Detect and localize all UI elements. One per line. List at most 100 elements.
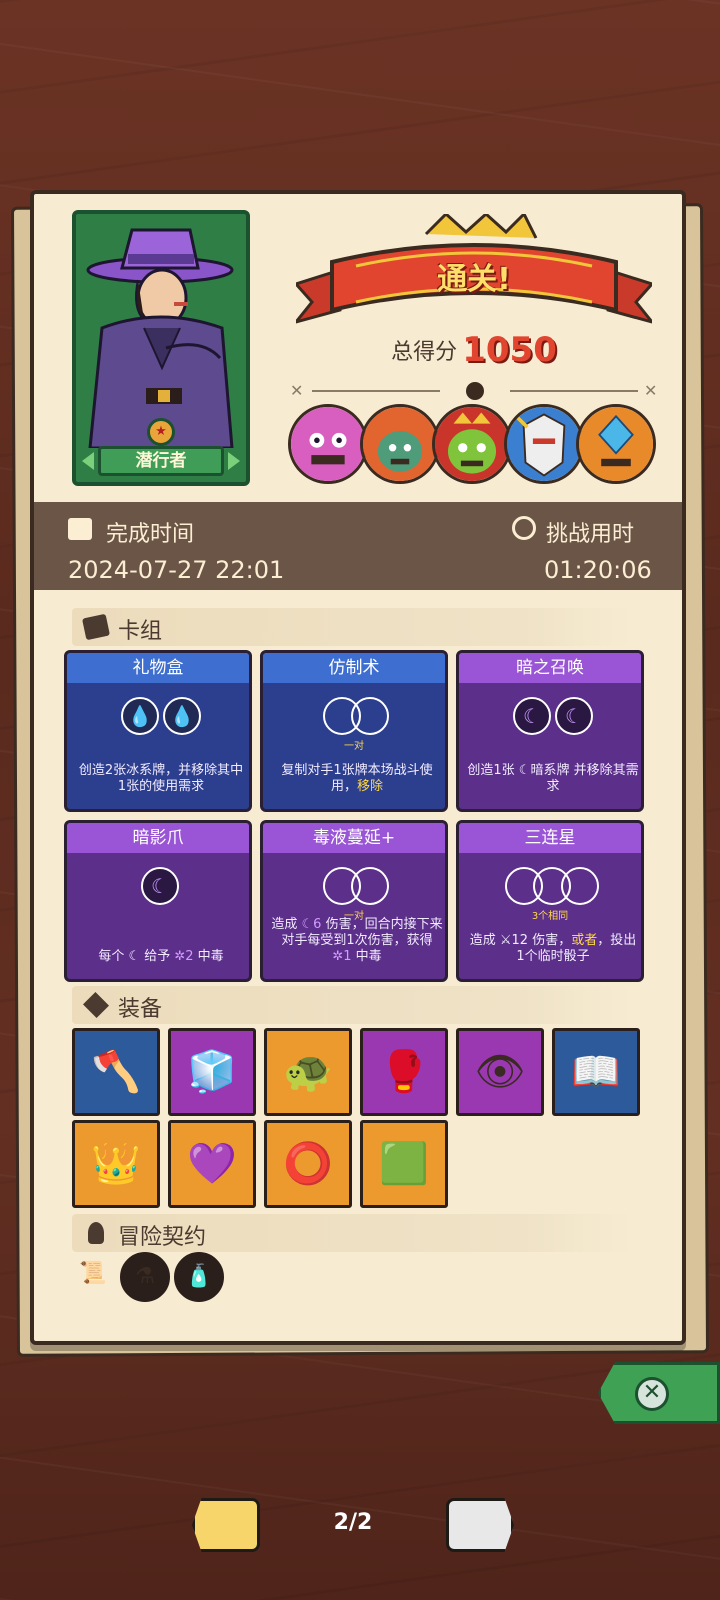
card-desc-text: 每个 ☾ 给予 — [98, 949, 175, 964]
next-character-arrow-icon[interactable] — [228, 452, 240, 470]
stopwatch-icon — [512, 516, 536, 540]
thorn-heart-icon: 💜 — [187, 1141, 237, 1187]
boss-list — [288, 404, 660, 486]
duration-label: 挑战用时 — [546, 522, 635, 547]
equipment-red-gauntlet[interactable]: 🥊 — [360, 1028, 448, 1116]
close-icon: ✕ — [635, 1377, 669, 1411]
card-shadow-claw[interactable]: 暗影爪 ☾ 每个 ☾ 给予 ✲2 中毒 — [64, 820, 252, 982]
victory-title: 通关! — [437, 262, 511, 297]
iron-cube-icon: 🧊 — [187, 1049, 237, 1095]
equipment-skull-book[interactable]: 📖 — [552, 1028, 640, 1116]
equipment-section-title: 装备 — [118, 997, 163, 1022]
water-icon: 💧 — [163, 697, 201, 735]
equipment-moss-stone[interactable]: 🟩 — [360, 1120, 448, 1208]
card-dice-slots — [459, 867, 641, 907]
water-icon: 💧 — [121, 697, 159, 735]
finish-time-label: 完成时间 — [106, 522, 195, 547]
turtle-shell-icon: 🐢 — [283, 1049, 333, 1095]
card-desc-poison: ✲1 — [332, 949, 352, 964]
film-icon — [68, 518, 92, 540]
box-icon — [82, 991, 110, 1019]
character-name: 潜行者 — [98, 446, 224, 476]
cards-icon — [81, 613, 111, 641]
card-title: 仿制术 — [263, 653, 445, 683]
card-venom-spread[interactable]: 毒液蔓延+ 一对 造成 ☾6 伤害，回合内接下来对手每受到1次伤害，获得 ✲1 … — [260, 820, 448, 982]
card-requirement: 3个相同 — [531, 911, 569, 922]
axe-icon: 🪓 — [91, 1049, 141, 1095]
crown-icon: 👑 — [91, 1141, 141, 1187]
moss-stone-icon: 🟩 — [379, 1141, 429, 1187]
empty-dice-slot-icon — [351, 697, 389, 735]
medal-icon: ★ — [147, 418, 175, 446]
card-description: 造成 ☾6 伤害，回合内接下来对手每受到1次伤害，获得 ✲1 中毒 — [271, 917, 443, 965]
card-requirement: 一对 — [344, 741, 364, 752]
contract-jar[interactable]: 🧴 — [174, 1252, 224, 1302]
equipment-turtle-shell[interactable]: 🐢 — [264, 1028, 352, 1116]
scroll-icon: 📜 — [79, 1261, 107, 1286]
moon-icon: ☾ — [141, 867, 179, 905]
equipment-axe[interactable]: 🪓 — [72, 1028, 160, 1116]
duration-value: 01:20:06 — [544, 556, 652, 584]
card-triple-star[interactable]: 三连星 3个相同 造成 ⚔12 伤害，或者，投出1个临时骰子 — [456, 820, 644, 982]
card-title: 暗影爪 — [67, 823, 249, 853]
deck-section-header: 卡组 — [72, 608, 634, 646]
card-dice-slots: 💧 💧 — [67, 697, 249, 737]
next-page-button[interactable] — [446, 1498, 514, 1552]
card-desc-text: 造成 — [271, 917, 302, 932]
card-title: 三连星 — [459, 823, 641, 853]
card-title: 暗之召唤 — [459, 653, 641, 683]
deck-section-title: 卡组 — [118, 619, 163, 644]
page-indicator: 2/2 — [333, 1510, 373, 1535]
spiked-bracelet-icon: ⭕ — [283, 1141, 333, 1187]
contract-scroll[interactable]: 📜 — [68, 1252, 118, 1302]
time-bar: 完成时间 2024-07-27 22:01 挑战用时 01:20:06 — [34, 502, 682, 590]
equipment-iron-cube[interactable]: 🧊 — [168, 1028, 256, 1116]
empty-dice-slot-icon — [561, 867, 599, 905]
card-desc-highlight: 移除 — [357, 779, 384, 794]
person-icon — [88, 1222, 104, 1244]
character-portrait — [82, 218, 240, 448]
character-card[interactable]: ★ 潜行者 — [72, 210, 250, 486]
boss-white-knight-icon[interactable] — [504, 404, 584, 484]
card-dice-slots — [263, 867, 445, 907]
card-title: 毒液蔓延+ — [263, 823, 445, 853]
card-description: 复制对手1张牌本场战斗使用，移除 — [271, 763, 443, 795]
divider-ornament: ✕ ✕ — [290, 381, 657, 400]
close-button[interactable]: ✕ — [598, 1362, 720, 1424]
score-value: 1050 — [462, 330, 557, 370]
card-description: 创造1张 ☾暗系牌 并移除其需求 — [467, 763, 639, 794]
jar-icon: 🧴 — [185, 1264, 213, 1289]
card-dark-summon[interactable]: 暗之召唤 ☾ ☾ 创造1张 ☾暗系牌 并移除其需求 — [456, 650, 644, 812]
boss-green-goblin-king-icon[interactable] — [432, 404, 512, 484]
card-desc-text: 中毒 — [193, 949, 224, 964]
boss-purple-demon-icon[interactable] — [288, 404, 368, 484]
eye-ring-icon: 👁 — [474, 1049, 526, 1095]
svg-text:✕: ✕ — [290, 381, 303, 400]
card-dice-slots — [263, 697, 445, 737]
card-gift-box[interactable]: 礼物盒 💧 💧 创造2张冰系牌，并移除其中1张的使用需求 — [64, 650, 252, 812]
score-label: 总得分 — [391, 340, 458, 365]
card-desc-highlight: 或者 — [571, 933, 598, 948]
card-imitation[interactable]: 仿制术 一对 复制对手1张牌本场战斗使用，移除 — [260, 650, 448, 812]
red-gauntlet-icon: 🥊 — [379, 1049, 429, 1095]
equipment-golden-crown[interactable]: 👑 — [72, 1120, 160, 1208]
boss-crystal-golem-icon[interactable] — [576, 404, 656, 484]
equipment-thorn-heart[interactable]: 💜 — [168, 1120, 256, 1208]
boss-red-hair-ogre-icon[interactable] — [360, 404, 440, 484]
card-dice-slots: ☾ ☾ — [459, 697, 641, 737]
contract-potion[interactable]: ⚗ — [120, 1252, 170, 1302]
contracts-section-title: 冒险契约 — [118, 1225, 207, 1250]
card-dice-slots: ☾ — [67, 867, 249, 907]
skull-book-icon: 📖 — [571, 1049, 621, 1095]
equipment-spiked-bracelet[interactable]: ⭕ — [264, 1120, 352, 1208]
empty-dice-slot-icon — [351, 867, 389, 905]
card-desc-text: 造成 ⚔12 伤害， — [469, 933, 572, 948]
equipment-eye-ring[interactable]: 👁 — [456, 1028, 544, 1116]
card-desc-poison: ✲2 — [174, 949, 194, 964]
moon-icon: ☾ — [513, 697, 551, 735]
prev-page-button[interactable] — [192, 1498, 260, 1552]
prev-character-arrow-icon[interactable] — [82, 452, 94, 470]
card-description: 每个 ☾ 给予 ✲2 中毒 — [75, 949, 247, 965]
card-title: 礼物盒 — [67, 653, 249, 683]
potion-icon: ⚗ — [135, 1264, 155, 1289]
